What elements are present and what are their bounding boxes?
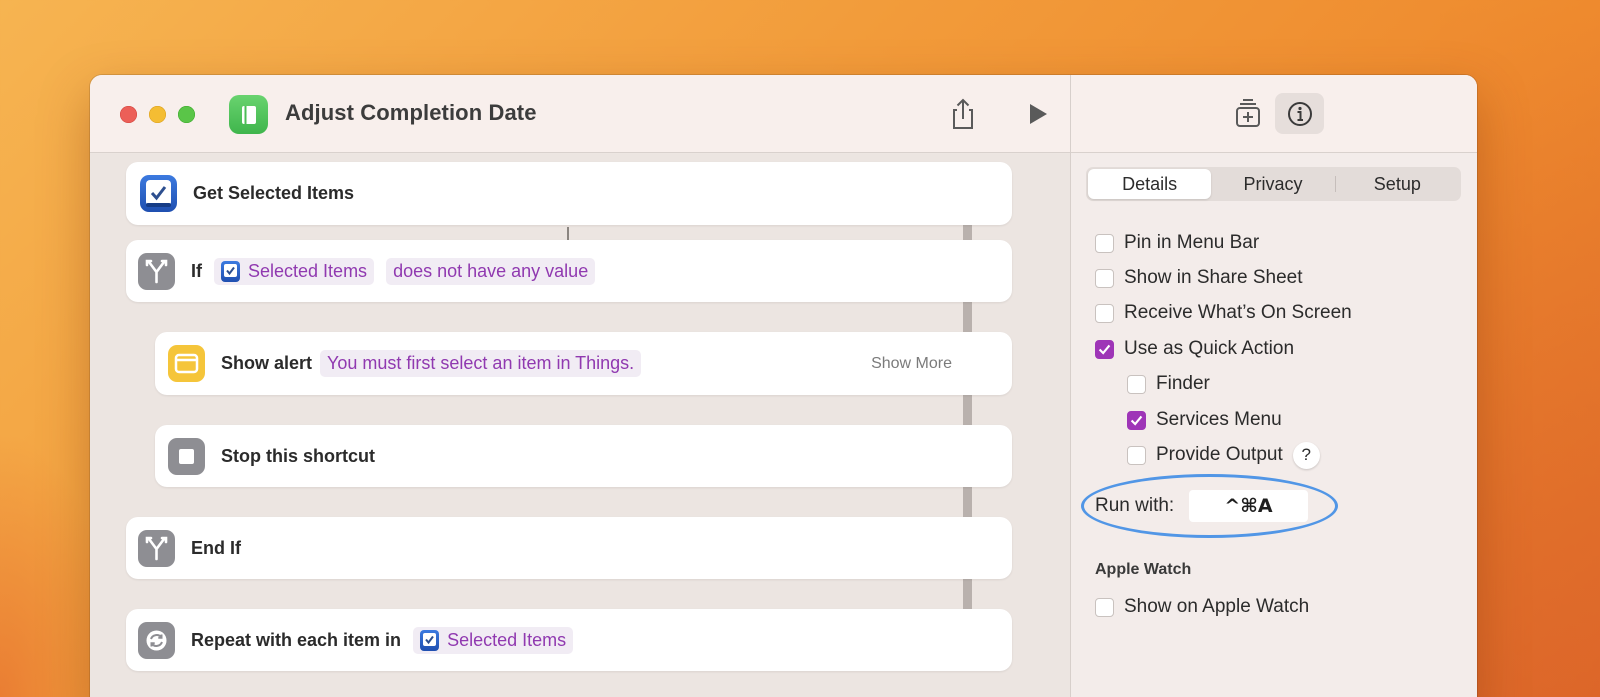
checkbox[interactable] xyxy=(1095,597,1114,617)
option-show-on-apple-watch[interactable]: Show on Apple Watch xyxy=(1095,594,1309,620)
option-label: Show on Apple Watch xyxy=(1124,596,1310,617)
tab-details[interactable]: Details xyxy=(1088,169,1212,199)
things-app-icon xyxy=(140,175,177,212)
action-label: Repeat with each item in xyxy=(191,629,402,650)
play-icon[interactable] xyxy=(1025,101,1051,127)
variable-label: Selected Items xyxy=(248,260,368,281)
option-label: Show in Share Sheet xyxy=(1124,267,1303,288)
action-if[interactable]: If Selected Items does not have any valu… xyxy=(126,240,1012,302)
tab-privacy[interactable]: Privacy xyxy=(1211,169,1334,199)
option-receive-whats-on-screen[interactable]: Receive What’s On Screen xyxy=(1095,300,1352,326)
tab-setup[interactable]: Setup xyxy=(1336,169,1459,199)
action-get-selected-items[interactable]: Get Selected Items xyxy=(126,162,1012,225)
variable-selected-items[interactable]: Selected Items xyxy=(214,257,375,285)
things-mini-icon xyxy=(221,260,240,282)
if-label: If xyxy=(191,260,202,281)
close-window-button[interactable] xyxy=(120,106,137,123)
stop-icon xyxy=(168,437,205,475)
share-icon[interactable] xyxy=(948,97,978,131)
info-icon[interactable] xyxy=(1275,93,1324,134)
checkbox[interactable] xyxy=(1095,303,1114,323)
checkbox-checked[interactable] xyxy=(1095,339,1114,359)
action-label: End If xyxy=(191,537,241,558)
repeat-icon xyxy=(138,621,175,659)
checkbox-checked[interactable] xyxy=(1127,410,1146,430)
option-use-as-quick-action[interactable]: Use as Quick Action xyxy=(1095,336,1294,362)
option-label: Use as Quick Action xyxy=(1124,338,1295,359)
option-pin-in-menu-bar[interactable]: Pin in Menu Bar xyxy=(1095,230,1259,256)
shortcut-icon[interactable] xyxy=(229,95,268,134)
flow-connector xyxy=(567,227,569,241)
help-button[interactable]: ? xyxy=(1292,441,1320,469)
checkbox[interactable] xyxy=(1095,233,1114,253)
action-label: Show alert xyxy=(221,353,313,373)
option-show-in-share-sheet[interactable]: Show in Share Sheet xyxy=(1095,265,1303,291)
condition-selector[interactable]: does not have any value xyxy=(386,257,596,285)
action-library-icon[interactable] xyxy=(1234,98,1262,128)
option-label: Services Menu xyxy=(1156,409,1282,430)
zoom-window-button[interactable] xyxy=(178,106,195,123)
things-mini-icon xyxy=(420,629,440,651)
titlebar: Adjust Completion Date xyxy=(90,75,1070,153)
action-label: Get Selected Items xyxy=(193,183,355,203)
action-stop-shortcut[interactable]: Stop this shortcut xyxy=(155,425,1012,487)
option-label: Finder xyxy=(1156,373,1210,394)
minimize-window-button[interactable] xyxy=(149,106,166,123)
option-provide-output[interactable]: Provide Output ? xyxy=(1127,441,1320,469)
apple-watch-heading: Apple Watch xyxy=(1095,561,1192,578)
alert-icon xyxy=(168,345,205,382)
alert-message[interactable]: You must first select an item in Things. xyxy=(320,350,642,377)
action-label: Stop this shortcut xyxy=(221,445,375,466)
option-finder[interactable]: Finder xyxy=(1127,371,1210,397)
panel-toolbar xyxy=(1071,75,1477,153)
checkbox[interactable] xyxy=(1127,445,1146,465)
action-end-if[interactable]: End If xyxy=(126,517,1012,579)
highlight-annotation xyxy=(1081,474,1338,538)
checkbox[interactable] xyxy=(1095,268,1114,288)
option-services-menu[interactable]: Services Menu xyxy=(1127,407,1282,433)
checkbox[interactable] xyxy=(1127,374,1146,394)
action-show-alert[interactable]: Show alert You must first select an item… xyxy=(155,332,1012,395)
option-label: Receive What’s On Screen xyxy=(1124,302,1352,323)
action-repeat[interactable]: Repeat with each item in Selected Items xyxy=(126,609,1012,671)
option-label: Provide Output xyxy=(1156,444,1283,465)
window-title[interactable]: Adjust Completion Date xyxy=(285,100,537,126)
branch-icon xyxy=(138,529,175,567)
variable-selected-items[interactable]: Selected Items xyxy=(413,626,574,654)
branch-icon xyxy=(138,252,175,290)
panel-tabs: Details Privacy Setup xyxy=(1086,167,1461,201)
show-more-button[interactable]: Show More xyxy=(871,355,952,373)
variable-label: Selected Items xyxy=(447,629,567,650)
option-label: Pin in Menu Bar xyxy=(1124,232,1260,253)
